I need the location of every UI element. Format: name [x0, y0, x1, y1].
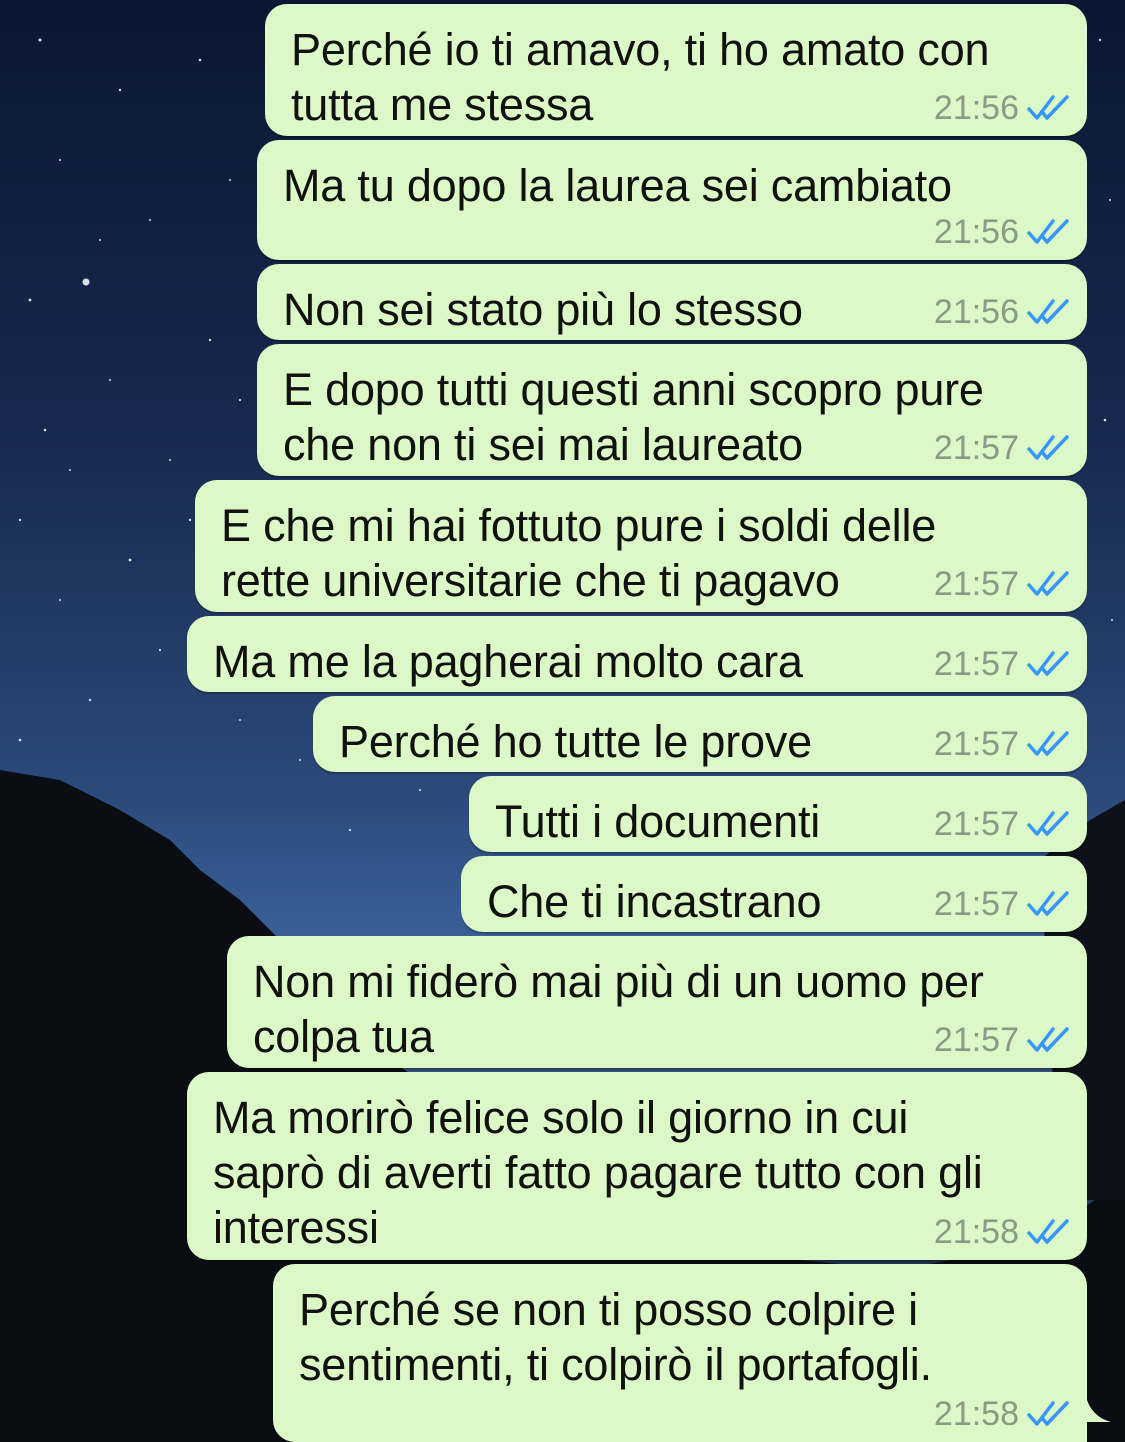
message-list[interactable]: Perché io ti amavo, ti ho amato con tutt… — [0, 0, 1125, 1442]
message-meta: 21:56 — [934, 88, 1073, 128]
message-time: 21:58 — [933, 1395, 1019, 1433]
message-time: 21:57 — [933, 885, 1019, 923]
message-bubble[interactable]: Non mi fiderò mai più di un uomo per col… — [227, 936, 1087, 1068]
double-check-read-icon — [1027, 1027, 1069, 1052]
double-check-read-icon — [1027, 811, 1069, 836]
double-check-read-icon — [1027, 571, 1069, 596]
message-text: Ma tu dopo la laurea sei cambiato — [283, 160, 952, 211]
message-meta: 21:56 — [934, 292, 1073, 332]
message-bubble[interactable]: Ma me la pagherai molto cara 21:57 — [187, 616, 1087, 692]
message-text: Perché se non ti posso colpire i sentime… — [299, 1284, 932, 1390]
message-time: 21:56 — [933, 293, 1019, 331]
message-time: 21:56 — [933, 89, 1019, 127]
message-time: 21:57 — [933, 725, 1019, 763]
double-check-read-icon — [1027, 299, 1069, 324]
message-bubble[interactable]: Ma morirò felice solo il giorno in cui s… — [187, 1072, 1087, 1260]
message-bubble[interactable]: E dopo tutti questi anni scopro pure che… — [257, 344, 1087, 476]
message-bubble[interactable]: Che ti incastrano 21:57 — [461, 856, 1087, 932]
double-check-read-icon — [1027, 219, 1069, 244]
message-bubble[interactable]: Ma tu dopo la laurea sei cambiato 21:56 — [257, 140, 1087, 260]
message-time: 21:57 — [933, 805, 1019, 843]
message-time: 21:58 — [933, 1213, 1019, 1251]
message-bubble[interactable]: Perché ho tutte le prove 21:57 — [313, 696, 1087, 772]
double-check-read-icon — [1027, 1401, 1069, 1426]
double-check-read-icon — [1027, 651, 1069, 676]
message-bubble[interactable]: E che mi hai fottuto pure i soldi delle … — [195, 480, 1087, 612]
message-meta: 21:57 — [934, 804, 1073, 844]
message-meta: 21:57 — [934, 884, 1073, 924]
message-time: 21:57 — [933, 565, 1019, 603]
double-check-read-icon — [1027, 95, 1069, 120]
message-meta: 21:56 — [934, 212, 1073, 252]
message-meta: 21:57 — [934, 1020, 1073, 1060]
message-meta: 21:57 — [934, 428, 1073, 468]
message-bubble[interactable]: Non sei stato più lo stesso 21:56 — [257, 264, 1087, 340]
message-meta: 21:57 — [934, 564, 1073, 604]
message-meta: 21:57 — [934, 724, 1073, 764]
message-time: 21:57 — [933, 429, 1019, 467]
message-meta: 21:58 — [934, 1394, 1073, 1434]
message-meta: 21:58 — [934, 1212, 1073, 1252]
message-bubble[interactable]: Tutti i documenti 21:57 — [469, 776, 1087, 852]
double-check-read-icon — [1027, 1219, 1069, 1244]
double-check-read-icon — [1027, 435, 1069, 460]
message-meta: 21:57 — [934, 644, 1073, 684]
double-check-read-icon — [1027, 731, 1069, 756]
message-bubble[interactable]: Perché se non ti posso colpire i sentime… — [273, 1264, 1087, 1442]
message-time: 21:57 — [933, 1021, 1019, 1059]
message-bubble[interactable]: Perché io ti amavo, ti ho amato con tutt… — [265, 4, 1087, 136]
bubble-tail-icon — [1075, 1392, 1111, 1422]
double-check-read-icon — [1027, 891, 1069, 916]
message-time: 21:57 — [933, 645, 1019, 683]
message-time: 21:56 — [933, 213, 1019, 251]
